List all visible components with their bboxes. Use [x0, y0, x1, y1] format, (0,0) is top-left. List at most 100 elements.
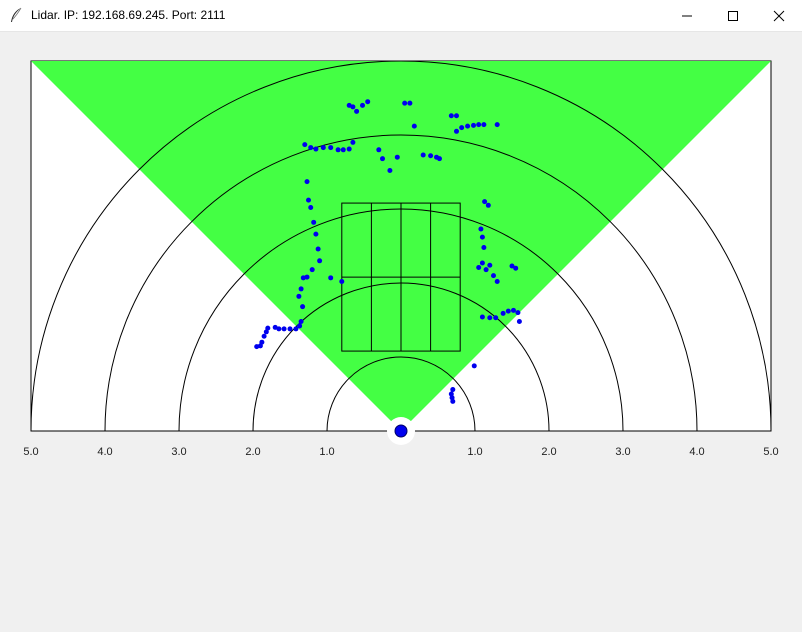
- lidar-point: [510, 307, 516, 313]
- lidar-point: [479, 260, 485, 266]
- lidar-point: [304, 179, 310, 185]
- lidar-point: [281, 326, 287, 332]
- lidar-point: [296, 293, 302, 299]
- lidar-plot: [30, 60, 772, 445]
- lidar-point: [354, 108, 360, 114]
- lidar-point: [293, 326, 299, 332]
- tick-label-left: 2.0: [245, 446, 260, 458]
- lidar-point: [505, 308, 511, 314]
- tick-label-left: 1.0: [319, 446, 334, 458]
- tick-label-right: 3.0: [615, 446, 630, 458]
- close-button[interactable]: [756, 0, 802, 31]
- tick-label-right: 2.0: [541, 446, 556, 458]
- lidar-point: [298, 318, 304, 324]
- lidar-point: [376, 147, 382, 153]
- lidar-point: [487, 262, 493, 268]
- lidar-point: [479, 234, 485, 240]
- lidar-point: [491, 273, 496, 279]
- lidar-point: [476, 264, 482, 270]
- lidar-point: [459, 125, 465, 131]
- lidar-point: [471, 363, 477, 369]
- minimize-icon: [682, 15, 692, 16]
- lidar-point: [313, 146, 319, 152]
- lidar-point: [272, 324, 278, 330]
- feather-icon: [11, 7, 22, 22]
- minimize-button[interactable]: [664, 0, 710, 31]
- lidar-point: [308, 205, 314, 211]
- lidar-point: [450, 387, 456, 393]
- lidar-point: [308, 145, 314, 151]
- lidar-point: [479, 314, 485, 320]
- lidar-point: [328, 145, 334, 151]
- lidar-point: [483, 267, 489, 273]
- lidar-point: [306, 197, 311, 203]
- maximize-button[interactable]: [710, 0, 756, 31]
- lidar-point: [360, 102, 366, 108]
- lidar-point: [465, 123, 471, 129]
- lidar-point: [365, 99, 371, 105]
- lidar-point: [493, 315, 499, 321]
- lidar-point: [394, 154, 400, 160]
- lidar-point: [350, 139, 356, 145]
- lidar-point: [287, 326, 293, 332]
- lidar-point: [254, 344, 260, 350]
- lidar-point: [315, 246, 321, 252]
- lidar-point: [411, 123, 417, 129]
- lidar-point: [494, 122, 500, 128]
- lidar-point: [300, 304, 306, 310]
- lidar-point: [482, 199, 488, 205]
- lidar-point: [261, 333, 267, 339]
- distance-axis-labels: 5.0 4.0 3.0 2.0 1.0 1.0 2.0 3.0 4.0 5.0: [23, 446, 778, 458]
- lidar-point: [300, 275, 306, 281]
- lidar-point: [478, 226, 484, 232]
- lidar-point: [340, 147, 346, 153]
- lidar-point: [448, 113, 454, 119]
- lidar-point: [513, 265, 519, 271]
- lidar-point: [454, 113, 459, 119]
- lidar-point: [407, 100, 413, 106]
- lidar-point: [485, 202, 491, 208]
- title-bar: Lidar. IP: 192.168.69.245. Port: 2111: [0, 0, 802, 32]
- maximize-icon: [728, 10, 738, 21]
- lidar-point: [320, 145, 326, 151]
- lidar-point: [387, 168, 393, 174]
- lidar-point: [494, 279, 500, 285]
- tick-label-left: 3.0: [171, 446, 186, 458]
- lidar-point: [339, 279, 345, 285]
- lidar-point: [515, 310, 521, 316]
- lidar-point: [346, 146, 352, 152]
- lidar-point: [481, 244, 487, 250]
- lidar-point: [487, 315, 493, 321]
- lidar-point: [328, 275, 334, 281]
- lidar-point: [402, 100, 408, 106]
- lidar-point: [317, 258, 323, 264]
- lidar-point: [476, 122, 482, 128]
- lidar-point: [263, 329, 269, 335]
- window-title: Lidar. IP: 192.168.69.245. Port: 2111: [31, 8, 226, 22]
- lidar-point: [420, 152, 426, 158]
- lidar-point: [454, 128, 459, 134]
- lidar-point: [302, 142, 308, 148]
- lidar-point: [311, 219, 317, 225]
- lidar-point: [380, 156, 385, 162]
- lidar-point: [481, 122, 487, 128]
- lidar-point: [450, 398, 456, 404]
- lidar-point: [335, 147, 341, 153]
- lidar-point: [436, 156, 442, 162]
- lidar-point: [313, 231, 319, 237]
- tick-label-right: 4.0: [689, 446, 704, 458]
- lidar-point: [298, 286, 304, 292]
- tick-label-right: 1.0: [467, 446, 482, 458]
- tick-label-right: 5.0: [763, 446, 778, 458]
- lidar-point: [516, 318, 522, 324]
- tick-label-left: 5.0: [23, 446, 38, 458]
- lidar-plot-canvas: 5.0 4.0 3.0 2.0 1.0 1.0 2.0 3.0 4.0 5.0: [23, 60, 779, 458]
- lidar-point: [471, 122, 477, 128]
- lidar-point: [350, 104, 356, 110]
- tick-label-left: 4.0: [97, 446, 112, 458]
- close-icon: [773, 10, 785, 21]
- lidar-point: [428, 153, 434, 159]
- lidar-point: [309, 267, 315, 273]
- lidar-point: [500, 310, 506, 316]
- sensor-marker: [394, 424, 408, 438]
